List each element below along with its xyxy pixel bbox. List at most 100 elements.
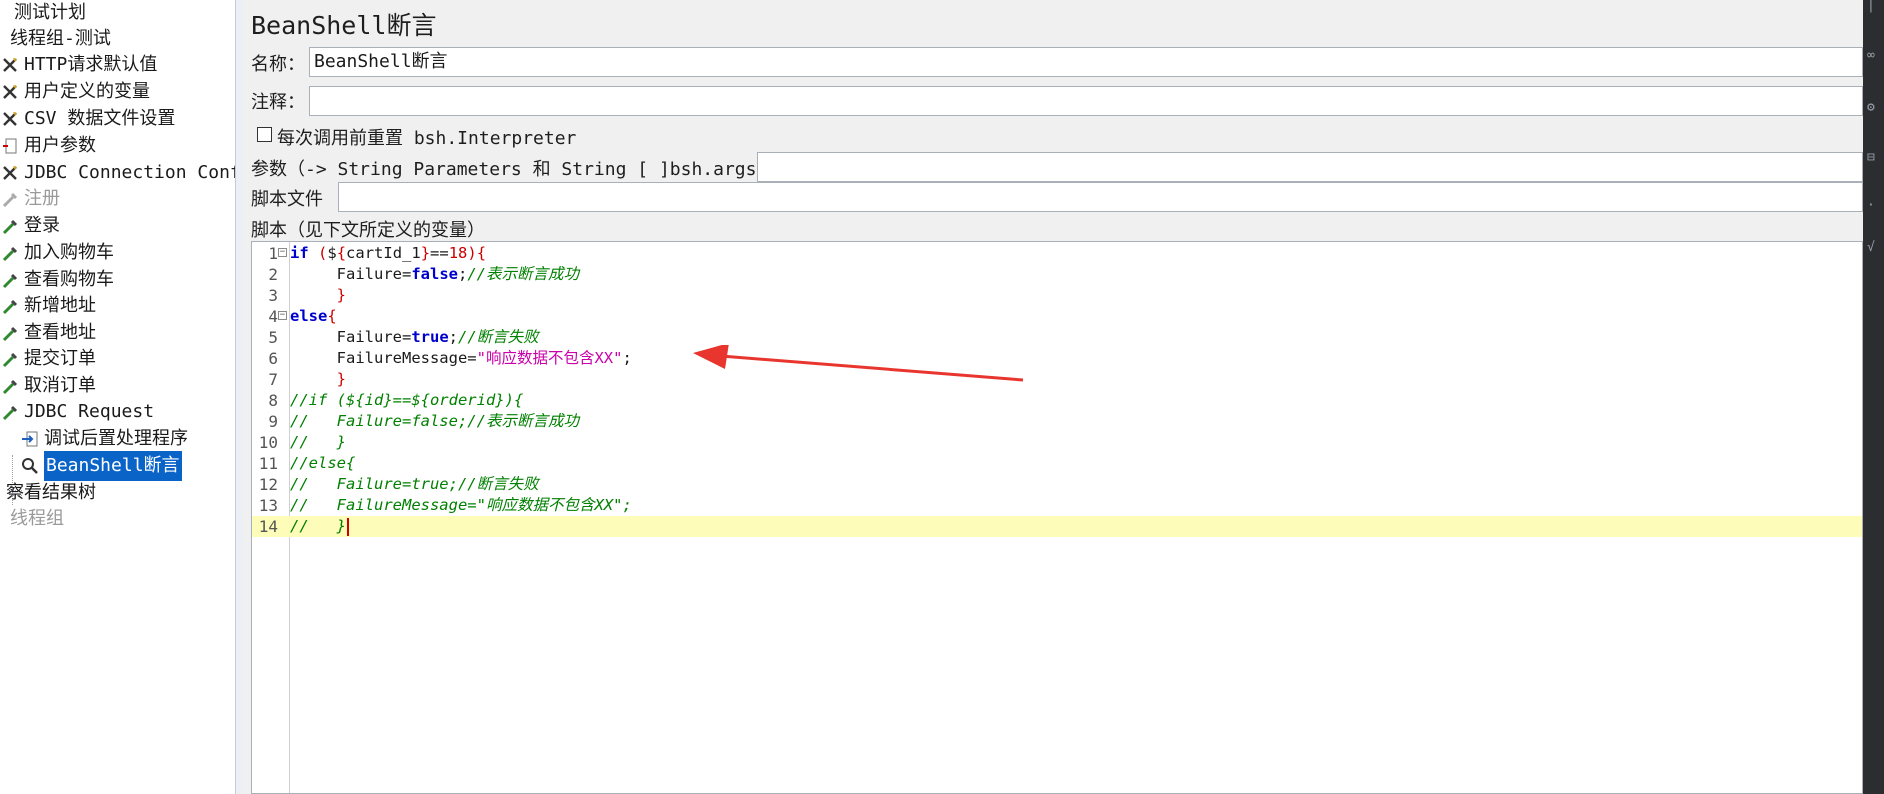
code-line[interactable]: 6 FailureMessage="响应数据不包含XX"; [252, 348, 1862, 369]
name-field[interactable]: BeanShell断言 [309, 47, 1863, 77]
script-file-field[interactable] [338, 182, 1863, 212]
tree-item-add-address[interactable]: 新增地址 [0, 291, 96, 321]
tree-item-label: 线程组 [10, 508, 64, 529]
side-toolbar: | ∞ ⚙ ⊟ · √ [1863, 0, 1884, 794]
tree-item-label: 用户定义的变量 [24, 81, 150, 102]
code-line[interactable]: 12 // Failure=true;//断言失败 [252, 474, 1862, 495]
pipette-icon [0, 238, 20, 268]
reset-interpreter-checkbox[interactable] [257, 127, 272, 142]
tree-item-label: 新增地址 [24, 295, 96, 316]
wrench-icon [0, 104, 20, 134]
pipette-icon [0, 344, 20, 374]
user-params-icon [0, 131, 20, 161]
tree-item-label: 用户参数 [24, 135, 96, 156]
parameters-field[interactable] [757, 152, 1863, 182]
thread-group-icon [0, 504, 6, 534]
postprocessor-icon [20, 424, 40, 454]
nodes-icon[interactable]: ∞ [1867, 48, 1881, 63]
tree-item-label: JDBC Request [24, 401, 155, 422]
fold-toggle-icon[interactable]: − [278, 311, 287, 320]
test-plan-tree[interactable]: 测试计划 线程组-测试 HTTP请求默认值 用户定义的变量 CSV 数据文件设置… [0, 0, 235, 794]
line-number: 11 [258, 454, 278, 473]
comment-field[interactable] [309, 86, 1863, 116]
code-line[interactable]: 14 // } [252, 516, 1862, 537]
code-text: //else{ [290, 454, 356, 472]
tree-item-thread-group[interactable]: 线程组 [0, 504, 64, 534]
tree-item-label: HTTP请求默认值 [24, 54, 158, 75]
line-number: 8 [268, 391, 278, 410]
line-number: 7 [268, 370, 278, 389]
pipette-icon [0, 211, 20, 241]
tree-item-user-parameters[interactable]: 用户参数 [0, 131, 96, 161]
tree-item-label: 调试后置处理程序 [44, 428, 188, 449]
code-line[interactable]: 10 // } [252, 432, 1862, 453]
code-line[interactable]: 3 } [252, 285, 1862, 306]
code-line[interactable]: 8 //if (${id}==${orderid}){ [252, 390, 1862, 411]
tree-item-debug-postprocessor[interactable]: 调试后置处理程序 [20, 424, 188, 454]
handle-icon: | [1867, 0, 1875, 13]
tree-item-label: 提交订单 [24, 348, 96, 369]
pipette-icon [0, 397, 20, 427]
line-number: 10 [258, 433, 278, 452]
annotation-arrow [693, 345, 1024, 382]
tree-item-register[interactable]: 注册 [0, 184, 60, 214]
code-line[interactable]: 7 } [252, 369, 1862, 390]
text-caret [347, 517, 349, 536]
tree-item-user-variables[interactable]: 用户定义的变量 [0, 77, 150, 107]
line-number: 1 [268, 244, 278, 263]
tree-item-label: 登录 [24, 215, 60, 236]
code-line[interactable]: 9 // Failure=false;//表示断言成功 [252, 411, 1862, 432]
code-text: //if (${id}==${orderid}){ [290, 391, 524, 409]
code-text: // FailureMessage="响应数据不包含XX"; [290, 496, 632, 514]
code-text: Failure=false;//表示断言成功 [290, 265, 580, 283]
code-text: if (${cartId_1}==18){ [290, 244, 487, 262]
code-text: // } [290, 516, 349, 537]
script-editor[interactable]: 1− if (${cartId_1}==18){2 Failure=false;/… [251, 241, 1863, 794]
name-label: 名称： [251, 54, 305, 75]
code-line[interactable]: 11 //else{ [252, 453, 1862, 474]
tree-item-label: 加入购物车 [24, 242, 114, 263]
code-text: } [336, 286, 347, 304]
tree-item-label: 注册 [24, 188, 60, 209]
check-icon[interactable]: √ [1867, 240, 1881, 255]
layout-icon[interactable]: ⊟ [1867, 150, 1881, 165]
tree-item-add-cart[interactable]: 加入购物车 [0, 238, 114, 268]
line-number: 9 [268, 412, 278, 431]
tree-item-login[interactable]: 登录 [0, 211, 60, 241]
code-line[interactable]: 13 // FailureMessage="响应数据不包含XX"; [252, 495, 1862, 516]
code-text: else{ [290, 307, 337, 325]
line-number: 12 [258, 475, 278, 494]
parameters-label: 参数（-> String Parameters 和 String [ ]bsh.… [251, 159, 775, 180]
tree-item-submit-order[interactable]: 提交订单 [0, 344, 96, 374]
code-text: FailureMessage="响应数据不包含XX"; [290, 349, 632, 367]
fold-toggle-icon[interactable]: − [278, 248, 287, 257]
code-text: // Failure=false;//表示断言成功 [290, 412, 579, 430]
code-line[interactable]: 1− if (${cartId_1}==18){ [252, 243, 1862, 264]
code-text: Failure=true;//断言失败 [290, 328, 539, 346]
code-line[interactable]: 5 Failure=true;//断言失败 [252, 327, 1862, 348]
code-text: } [336, 370, 347, 388]
beanshell-assertion-panel: BeanShell断言 名称： BeanShell断言 注释： 每次调用前重置 … [243, 0, 1863, 794]
code-line[interactable]: 4− else{ [252, 306, 1862, 327]
tree-item-csv-config[interactable]: CSV 数据文件设置 [0, 104, 175, 134]
panel-title: BeanShell断言 [251, 11, 437, 40]
line-number: 13 [258, 496, 278, 515]
tree-item-beanshell-assertion[interactable]: BeanShell断言 [20, 451, 182, 481]
tree-item-jdbc-request[interactable]: JDBC Request [0, 397, 154, 427]
script-label: 脚本（见下文所定义的变量） [251, 220, 485, 241]
code-text: // Failure=true;//断言失败 [290, 475, 539, 493]
tree-item-label: CSV 数据文件设置 [24, 108, 176, 129]
line-number: 3 [268, 286, 278, 305]
tree-item-http-defaults[interactable]: HTTP请求默认值 [0, 50, 157, 80]
line-number: 4 [268, 307, 278, 326]
code-text: // } [290, 433, 346, 451]
dot-icon[interactable]: · [1867, 198, 1881, 213]
code-line[interactable]: 2 Failure=false;//表示断言成功 [252, 264, 1862, 285]
pipette-icon [0, 291, 20, 321]
line-number: 2 [268, 265, 278, 284]
wrench-icon [0, 50, 20, 80]
script-file-label: 脚本文件 [251, 189, 323, 210]
gear-icon[interactable]: ⚙ [1867, 100, 1881, 115]
pipette-icon [0, 184, 20, 214]
line-number: 14 [258, 517, 278, 536]
